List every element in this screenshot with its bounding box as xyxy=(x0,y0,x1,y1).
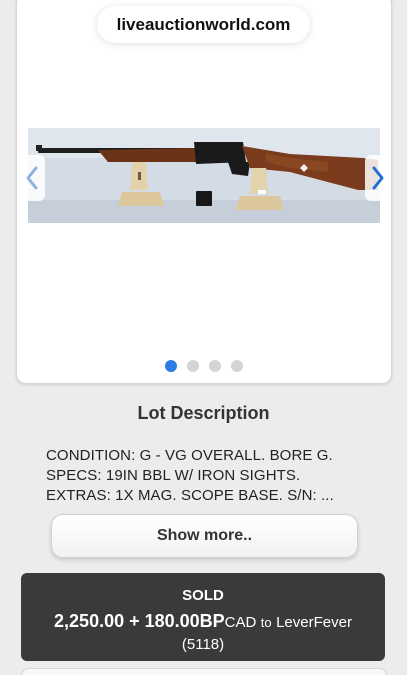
lot-description-heading: Lot Description xyxy=(137,403,270,423)
previous-photo-button[interactable] xyxy=(19,155,45,201)
pagination-dot[interactable] xyxy=(209,360,221,372)
pagination-dot[interactable] xyxy=(231,360,243,372)
sold-result-panel: SOLD 2,250.00 + 180.00BPCAD to LeverFeve… xyxy=(21,573,385,661)
url-text: liveauctionworld.com xyxy=(116,14,291,34)
show-more-button[interactable]: Show more.. xyxy=(51,514,358,558)
lot-description-text: CONDITION: G - VG OVERALL. BORE G. SPECS… xyxy=(46,446,376,506)
page: liveauctionworld.com Lot Description CON… xyxy=(0,0,407,675)
description-line: EXTRAS: 1X MAG. SCOPE BASE. S/N: ... xyxy=(46,487,334,504)
chevron-left-icon xyxy=(26,166,38,190)
chevron-right-icon xyxy=(372,166,384,190)
description-line: SPECS: 19IN BBL W/ IRON SIGHTS. xyxy=(46,467,301,484)
pagination-dot[interactable] xyxy=(165,360,177,372)
sold-amount: 2,250.00 + 180.00BP xyxy=(54,611,225,631)
lot-photo[interactable] xyxy=(28,128,380,223)
photo-gallery-card xyxy=(16,0,392,384)
next-section-card xyxy=(21,668,387,675)
gallery-pagination xyxy=(17,360,391,372)
sold-status: SOLD xyxy=(182,587,224,604)
browser-url-bar[interactable]: liveauctionworld.com xyxy=(97,6,310,43)
rifle-image xyxy=(28,128,380,223)
sold-to-word: to xyxy=(260,615,272,630)
description-line: CONDITION: G - VG OVERALL. BORE G. xyxy=(46,447,333,464)
next-photo-button[interactable] xyxy=(365,155,391,201)
sold-buyer: LeverFever xyxy=(276,614,352,631)
sold-currency: CAD xyxy=(224,614,257,631)
buyer-paddle-number: (5118) xyxy=(181,636,225,653)
pagination-dot[interactable] xyxy=(187,360,199,372)
sold-price-line: 2,250.00 + 180.00BPCAD to LeverFever xyxy=(21,610,385,634)
